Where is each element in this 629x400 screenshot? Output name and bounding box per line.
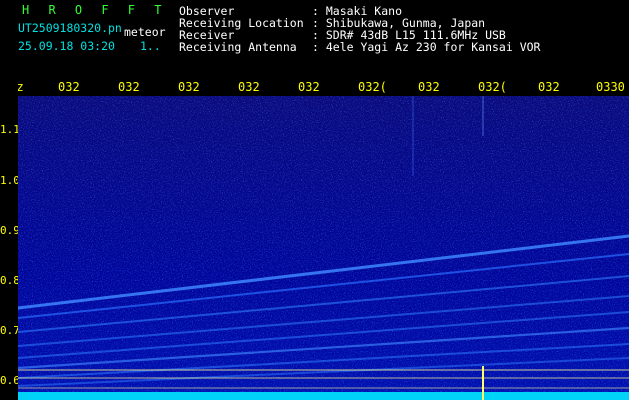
baseline-band <box>18 392 629 400</box>
timestamp: 25.09.18 03:20 <box>18 39 115 53</box>
x-tick-label: 032 <box>178 80 200 94</box>
field-label-antenna: Receiving Antenna <box>179 40 297 54</box>
x-tick-label: 0330 <box>596 80 625 94</box>
spectrogram-canvas <box>18 96 629 400</box>
page-indicator: 1.. <box>140 39 161 53</box>
app-title: H R O F F T <box>22 3 168 17</box>
x-tick-label: 032( <box>478 80 507 94</box>
x-tick-label: 032 <box>418 80 440 94</box>
y-tick-label: 0.7 <box>0 324 20 337</box>
x-tick-label: 032 <box>118 80 140 94</box>
x-tick-label: 032 <box>238 80 260 94</box>
x-tick-label: 032( <box>358 80 387 94</box>
mode-label: meteor <box>124 25 166 39</box>
x-tick-label: 032 <box>58 80 80 94</box>
y-tick-label: 0.6 <box>0 374 20 387</box>
frequency-axis: 1.1 1.0 0.9 0.8 0.7 0.6 <box>0 76 20 400</box>
header-panel: H R O F F T UT2509180320.pn meteor 25.09… <box>0 0 629 76</box>
y-tick-label: 0.8 <box>0 274 20 287</box>
y-tick-label: 1.0 <box>0 174 20 187</box>
x-tick-label: 032 <box>298 80 320 94</box>
time-axis: kHz 032 032 032 032 032 032( 032 032( 03… <box>0 76 629 96</box>
y-tick-label: 0.9 <box>0 224 20 237</box>
x-tick-label: 032 <box>538 80 560 94</box>
y-tick-label: 1.1 <box>0 123 20 136</box>
field-value-antenna: : 4ele Yagi Az 230 for Kansai VOR <box>312 40 541 54</box>
file-name: UT2509180320.pn <box>18 21 122 35</box>
